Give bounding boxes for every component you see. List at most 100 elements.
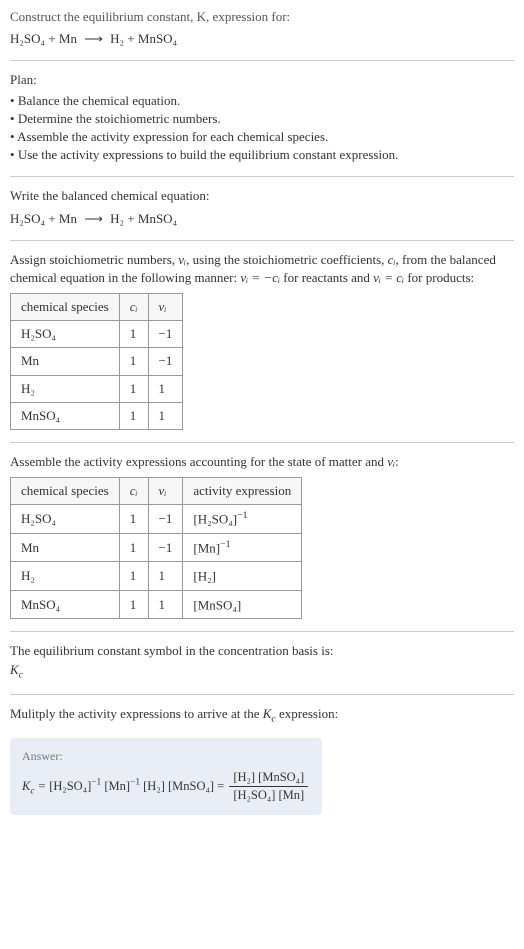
- relation-2: νᵢ = cᵢ: [373, 270, 404, 285]
- cell-ci: 1: [119, 402, 148, 429]
- cell-species: H₂SO₄: [11, 321, 120, 348]
- col-activity: activity expression: [183, 478, 302, 505]
- reactant-1: H₂SO₄: [10, 211, 45, 226]
- divider: [10, 694, 514, 695]
- kc-symbol-section: The equilibrium constant symbol in the c…: [10, 642, 514, 681]
- plan-heading: Plan:: [10, 71, 514, 89]
- table-header-row: chemical species cᵢ νᵢ: [11, 294, 183, 321]
- term2-base: [Mn]: [104, 779, 130, 793]
- product-1: H₂: [110, 31, 124, 46]
- answer-expression: Kc = [H₂SO₄]−1 [Mn]−1 [H₂] [MnSO₄] = [H₂…: [22, 769, 310, 805]
- activity-table: chemical species cᵢ νᵢ activity expressi…: [10, 477, 302, 619]
- term4: [MnSO₄]: [168, 779, 214, 793]
- cell-nu: −1: [148, 348, 183, 375]
- plan-section: Plan: Balance the chemical equation. Det…: [10, 71, 514, 164]
- answer-box: Answer: Kc = [H₂SO₄]−1 [Mn]−1 [H₂] [MnSO…: [10, 738, 322, 815]
- table-row: Mn 1 −1: [11, 348, 183, 375]
- text-part: Assemble the activity expressions accoun…: [10, 454, 387, 469]
- cell-nu: 1: [148, 375, 183, 402]
- col-species: chemical species: [11, 294, 120, 321]
- table-row: Mn 1 −1 [Mn]−1: [11, 533, 302, 562]
- prompt-text: Construct the equilibrium constant, K, e…: [10, 8, 514, 26]
- cell-nu: 1: [148, 402, 183, 429]
- nu-symbol: νᵢ: [178, 252, 186, 267]
- cell-species: H₂SO₄: [11, 505, 120, 534]
- expr-exp: −1: [237, 510, 247, 521]
- expr-base: [Mn]: [193, 540, 220, 555]
- text-part: Assign stoichiometric numbers,: [10, 252, 178, 267]
- product-2: MnSO₄: [138, 211, 177, 226]
- kc-line1: The equilibrium constant symbol in the c…: [10, 642, 514, 660]
- plus-sign: +: [48, 31, 59, 46]
- cell-species: Mn: [11, 348, 120, 375]
- multiply-heading: Mulitply the activity expressions to arr…: [10, 705, 514, 726]
- divider: [10, 442, 514, 443]
- cell-species: H₂: [11, 375, 120, 402]
- equals: =: [217, 779, 227, 793]
- plan-item: Determine the stoichiometric numbers.: [10, 110, 514, 128]
- term2-exp: −1: [130, 778, 140, 788]
- col-ci: cᵢ: [119, 478, 148, 505]
- cell-species: H₂: [11, 562, 120, 591]
- product-2: MnSO₄: [138, 31, 177, 46]
- balanced-equation: H₂SO₄ + Mn ⟶ H₂ + MnSO₄: [10, 210, 514, 228]
- table-header-row: chemical species cᵢ νᵢ activity expressi…: [11, 478, 302, 505]
- cell-ci: 1: [119, 348, 148, 375]
- col-species: chemical species: [11, 478, 120, 505]
- cell-activity: [H₂SO₄]−1: [183, 505, 302, 534]
- kc-var: K: [10, 662, 19, 677]
- fraction-numerator: [H₂] [MnSO₄]: [229, 769, 308, 788]
- multiply-section: Mulitply the activity expressions to arr…: [10, 705, 514, 726]
- divider: [10, 631, 514, 632]
- cell-activity: [Mn]−1: [183, 533, 302, 562]
- stoich-description: Assign stoichiometric numbers, νᵢ, using…: [10, 251, 514, 287]
- plan-item: Use the activity expressions to build th…: [10, 146, 514, 164]
- reaction-arrow: ⟶: [80, 211, 107, 226]
- product-1: H₂: [110, 211, 124, 226]
- plan-list: Balance the chemical equation. Determine…: [10, 92, 514, 165]
- table-row: H₂SO₄ 1 −1: [11, 321, 183, 348]
- cell-ci: 1: [119, 533, 148, 562]
- cell-species: MnSO₄: [11, 402, 120, 429]
- activity-heading: Assemble the activity expressions accoun…: [10, 453, 514, 471]
- table-row: H₂ 1 1: [11, 375, 183, 402]
- reactant-2: Mn: [59, 31, 77, 46]
- prompt-line1: Construct the equilibrium constant, K, e…: [10, 9, 290, 24]
- table-row: H₂ 1 1 [H₂]: [11, 562, 302, 591]
- text-part: , using the stoichiometric coefficients,: [186, 252, 388, 267]
- kc-sub: c: [19, 669, 23, 680]
- text-part: for products:: [404, 270, 474, 285]
- relation-1: νᵢ = −cᵢ: [240, 270, 280, 285]
- reactant-2: Mn: [59, 211, 77, 226]
- reactant-1: H₂SO₄: [10, 31, 45, 46]
- plus-sign: +: [127, 31, 138, 46]
- answer-label: Answer:: [22, 748, 310, 765]
- cell-nu: −1: [148, 505, 183, 534]
- expr-base: [MnSO₄]: [193, 597, 241, 612]
- reaction-arrow: ⟶: [80, 31, 107, 46]
- term1-exp: −1: [91, 778, 101, 788]
- kc-lhs: Kc =: [22, 779, 49, 793]
- prompt-section: Construct the equilibrium constant, K, e…: [10, 8, 514, 48]
- stoich-table: chemical species cᵢ νᵢ H₂SO₄ 1 −1 Mn 1 −…: [10, 293, 183, 430]
- term3: [H₂]: [143, 779, 165, 793]
- expr-exp: −1: [220, 539, 230, 550]
- prompt-equation: H₂SO₄ + Mn ⟶ H₂ + MnSO₄: [10, 30, 514, 48]
- cell-activity: [MnSO₄]: [183, 590, 302, 619]
- balanced-heading: Write the balanced chemical equation:: [10, 187, 514, 205]
- divider: [10, 240, 514, 241]
- table-row: MnSO₄ 1 1: [11, 402, 183, 429]
- plan-item: Assemble the activity expression for eac…: [10, 128, 514, 146]
- col-ci: cᵢ: [119, 294, 148, 321]
- cell-activity: [H₂]: [183, 562, 302, 591]
- cell-nu: −1: [148, 321, 183, 348]
- cell-ci: 1: [119, 375, 148, 402]
- stoich-section: Assign stoichiometric numbers, νᵢ, using…: [10, 251, 514, 430]
- term1-base: [H₂SO₄]: [49, 779, 91, 793]
- cell-ci: 1: [119, 321, 148, 348]
- multiply-text: Mulitply the activity expressions to arr…: [10, 706, 338, 721]
- kc-symbol: Kc: [10, 661, 514, 682]
- text-part: :: [395, 454, 399, 469]
- text-part: for reactants and: [280, 270, 373, 285]
- table-row: H₂SO₄ 1 −1 [H₂SO₄]−1: [11, 505, 302, 534]
